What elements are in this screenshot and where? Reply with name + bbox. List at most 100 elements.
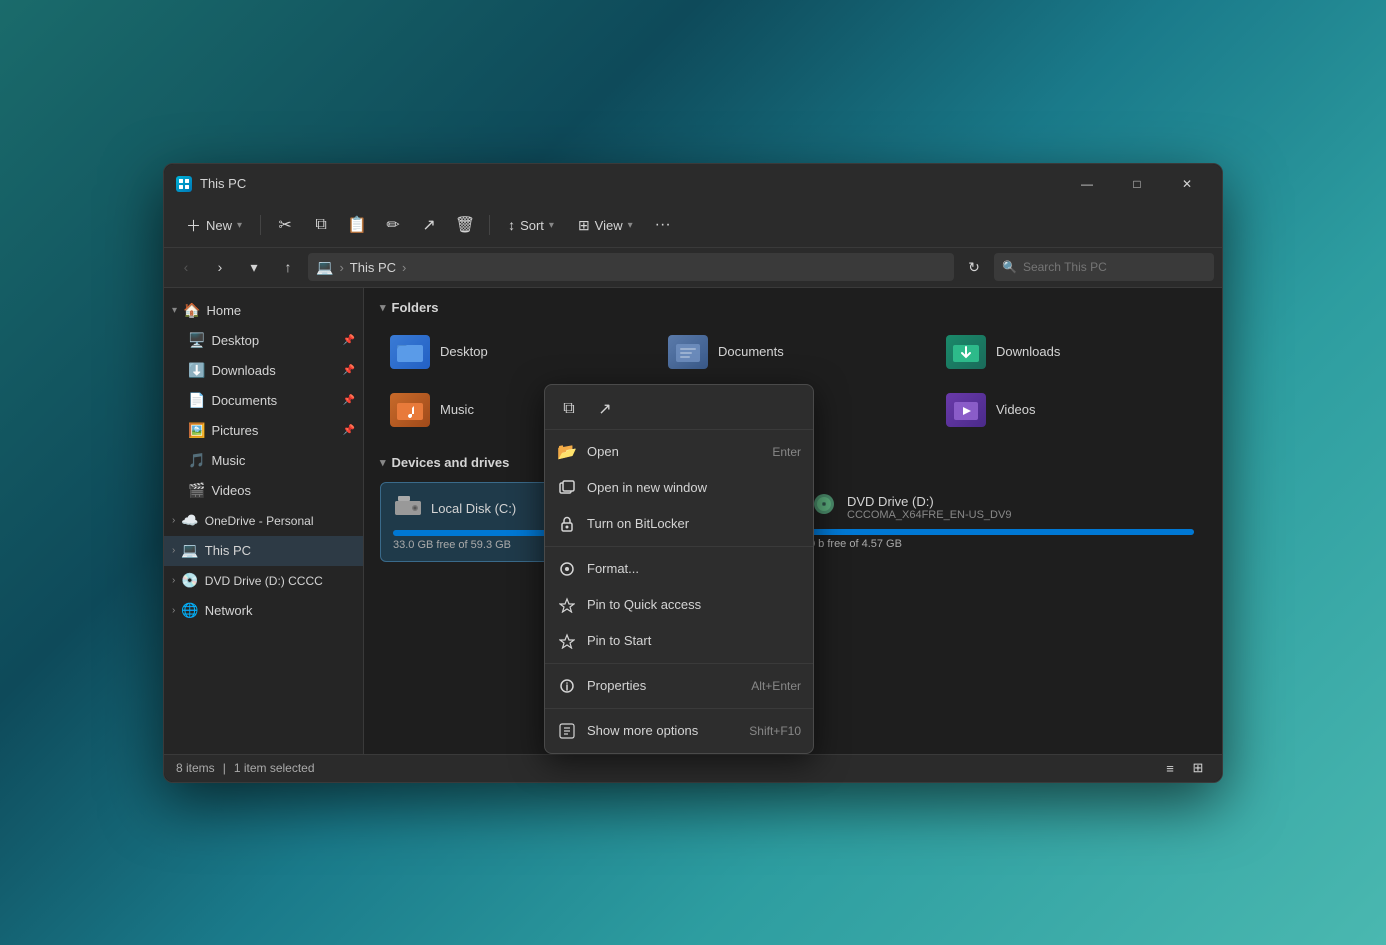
ctx-open-new-window[interactable]: Open in new window <box>545 470 813 506</box>
toolbar-sep-2 <box>489 215 490 235</box>
maximize-button[interactable]: □ <box>1114 169 1160 199</box>
folder-music-icon <box>390 393 430 427</box>
thispc-icon: 💻 <box>181 542 198 559</box>
sidebar-desktop-label: Desktop <box>211 333 259 348</box>
more-button[interactable]: ··· <box>647 209 679 241</box>
sidebar-item-dvddrive[interactable]: › 💿 DVD Drive (D:) CCCC <box>164 566 363 596</box>
folder-documents-icon <box>668 335 708 369</box>
ctx-pin-start-label: Pin to Start <box>587 633 791 648</box>
path-icon: 💻 <box>316 259 333 276</box>
window-icon <box>176 176 192 192</box>
sidebar-item-downloads[interactable]: ⬇️ Downloads 📌 <box>164 356 363 386</box>
paste-button[interactable]: 📋 <box>341 209 373 241</box>
network-icon: 🌐 <box>181 602 198 619</box>
ctx-properties[interactable]: Properties Alt+Enter <box>545 668 813 704</box>
drive-d-bar-bg <box>809 529 1194 535</box>
sidebar-item-music[interactable]: 🎵 Music <box>164 446 363 476</box>
sidebar-item-home[interactable]: ▾ 🏠 Home <box>164 296 363 326</box>
close-button[interactable]: ✕ <box>1164 169 1210 199</box>
sidebar-item-thispc[interactable]: › 💻 This PC <box>164 536 363 566</box>
ctx-properties-shortcut: Alt+Enter <box>751 679 801 693</box>
ctx-bitlocker[interactable]: Turn on BitLocker <box>545 506 813 542</box>
folder-item-videos[interactable]: Videos <box>936 385 1206 435</box>
recent-button[interactable]: ▾ <box>240 253 268 281</box>
folder-music-label: Music <box>440 402 474 417</box>
folder-item-documents[interactable]: Documents <box>658 327 928 377</box>
context-toolbar: ⧉ ↗ <box>545 389 813 430</box>
path-sep-2: › <box>402 260 406 275</box>
sidebar-thispc-label: This PC <box>205 543 251 558</box>
home-icon: 🏠 <box>183 302 200 319</box>
ctx-show-more-shortcut: Shift+F10 <box>749 724 801 738</box>
minimize-button[interactable]: — <box>1064 169 1110 199</box>
file-explorer-window: This PC — □ ✕ ＋ New ▾ ✂ ⧉ 📋 ✏ ↗ 🗑 ↕ Sort… <box>163 163 1223 783</box>
address-path[interactable]: 💻 › This PC › <box>308 253 954 281</box>
downloads-pin-icon: 📌 <box>343 365 355 376</box>
forward-button[interactable]: › <box>206 253 234 281</box>
folder-item-desktop[interactable]: Desktop <box>380 327 650 377</box>
cut-button[interactable]: ✂ <box>269 209 301 241</box>
search-box[interactable]: 🔍 <box>994 253 1214 281</box>
sidebar-item-documents[interactable]: 📄 Documents 📌 <box>164 386 363 416</box>
ctx-show-more[interactable]: Show more options Shift+F10 <box>545 713 813 749</box>
folder-item-downloads[interactable]: Downloads <box>936 327 1206 377</box>
sidebar-item-pictures[interactable]: 🖼️ Pictures 📌 <box>164 416 363 446</box>
up-button[interactable]: ↑ <box>274 253 302 281</box>
documents-icon: 📄 <box>188 392 205 409</box>
ctx-pin-quick[interactable]: Pin to Quick access <box>545 587 813 623</box>
ctx-share-button[interactable]: ↗ <box>589 395 621 423</box>
list-view-button[interactable]: ≡ <box>1158 758 1182 778</box>
folders-chevron-icon: ▾ <box>380 301 386 314</box>
sidebar-item-onedrive[interactable]: › ☁️ OneDrive - Personal <box>164 506 363 536</box>
folders-section-label: Folders <box>392 300 439 315</box>
refresh-button[interactable]: ↻ <box>960 253 988 281</box>
desktop-icon: 🖥️ <box>188 332 205 349</box>
delete-button[interactable]: 🗑 <box>449 209 481 241</box>
folder-downloads-label: Downloads <box>996 344 1060 359</box>
grid-view-button[interactable]: ⊞ <box>1186 758 1210 778</box>
ctx-copy-button[interactable]: ⧉ <box>553 395 585 423</box>
rename-button[interactable]: ✏ <box>377 209 409 241</box>
ctx-properties-label: Properties <box>587 678 741 693</box>
devices-chevron-icon: ▾ <box>380 456 386 469</box>
sidebar-item-videos[interactable]: 🎬 Videos <box>164 476 363 506</box>
ctx-pin-quick-label: Pin to Quick access <box>587 597 791 612</box>
folder-downloads-icon <box>946 335 986 369</box>
drive-c-icon <box>393 493 423 524</box>
back-button[interactable]: ‹ <box>172 253 200 281</box>
ctx-format[interactable]: Format... <box>545 551 813 587</box>
new-button[interactable]: ＋ New ▾ <box>176 209 252 241</box>
sidebar-dvddrive-label: DVD Drive (D:) CCCC <box>205 574 323 588</box>
ctx-show-more-label: Show more options <box>587 723 739 738</box>
sidebar-music-label: Music <box>211 453 245 468</box>
sidebar-item-network[interactable]: › 🌐 Network <box>164 596 363 626</box>
sidebar-downloads-label: Downloads <box>211 363 275 378</box>
drive-c-name: Local Disk (C:) <box>431 501 516 516</box>
copy-button[interactable]: ⧉ <box>305 209 337 241</box>
ctx-open-label: Open <box>587 444 762 459</box>
search-input[interactable] <box>1023 260 1206 274</box>
dvd-icon: 💿 <box>181 572 198 589</box>
share-button[interactable]: ↗ <box>413 209 445 241</box>
ctx-new-window-icon <box>557 480 577 496</box>
sidebar-videos-label: Videos <box>211 483 251 498</box>
sidebar-item-desktop[interactable]: 🖥️ Desktop 📌 <box>164 326 363 356</box>
context-menu: ⧉ ↗ 📂 Open Enter Open in new window Turn… <box>544 384 814 754</box>
ctx-pin-quick-icon <box>557 597 577 613</box>
drive-d-name: DVD Drive (D:) <box>847 494 1011 509</box>
status-selected: 1 item selected <box>234 761 315 775</box>
sort-chevron-icon: ▾ <box>549 220 554 231</box>
view-button[interactable]: ⊞ View ▾ <box>568 209 643 241</box>
dvd-chevron-icon: › <box>172 575 175 586</box>
ctx-pin-start[interactable]: Pin to Start <box>545 623 813 659</box>
toolbar: ＋ New ▾ ✂ ⧉ 📋 ✏ ↗ 🗑 ↕ Sort ▾ ⊞ View ▾ ··… <box>164 204 1222 248</box>
status-bar-right: ≡ ⊞ <box>1158 758 1210 778</box>
sidebar-documents-label: Documents <box>211 393 277 408</box>
title-bar-left: This PC <box>176 176 246 192</box>
onedrive-chevron-icon: › <box>172 515 175 526</box>
sidebar-pictures-label: Pictures <box>211 423 258 438</box>
ctx-open[interactable]: 📂 Open Enter <box>545 434 813 470</box>
drive-item-d[interactable]: DVD Drive (D:) CCCOMA_X64FRE_EN-US_DV9 0… <box>797 482 1206 562</box>
sort-button[interactable]: ↕ Sort ▾ <box>498 209 564 241</box>
ctx-open-icon: 📂 <box>557 442 577 462</box>
